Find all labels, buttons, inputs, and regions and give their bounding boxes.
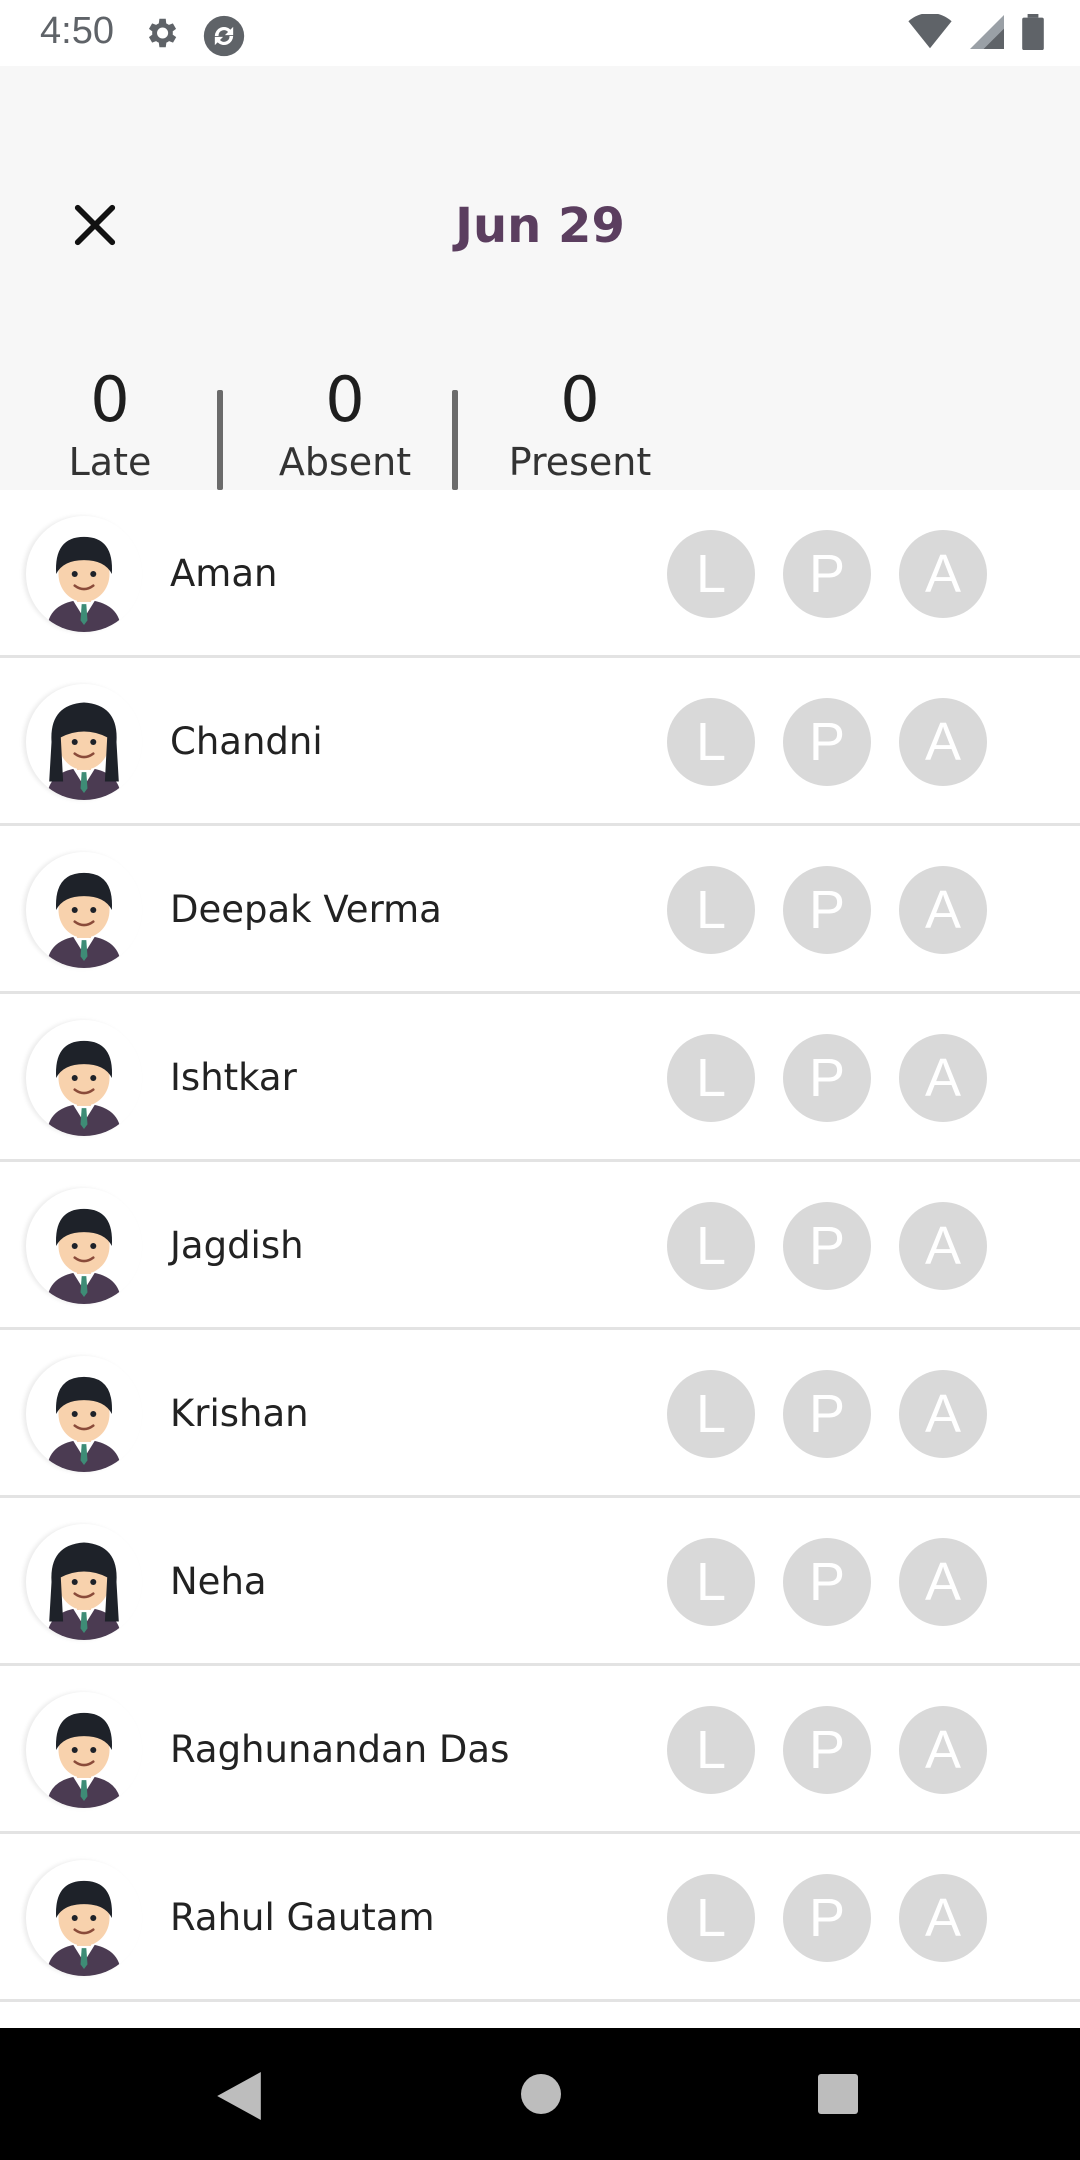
- student-name: Raghunandan Das: [170, 1728, 510, 1771]
- present-button[interactable]: P: [783, 530, 871, 618]
- status-bar: 4:50: [0, 0, 1080, 66]
- student-avatar: [26, 516, 142, 632]
- signal-icon: [970, 14, 1004, 54]
- stat-present: 0 Present: [480, 363, 680, 485]
- present-button[interactable]: P: [783, 1874, 871, 1962]
- absent-button[interactable]: A: [899, 1706, 987, 1794]
- recents-icon[interactable]: [818, 2074, 858, 2114]
- student-avatar: [26, 1020, 142, 1136]
- student-avatar: [26, 852, 142, 968]
- student-row: Chandni L P A: [0, 658, 1080, 826]
- student-list: Aman L P A Chandni L P A Deepak Verma L P A Ishtkar L…: [0, 490, 1080, 2002]
- late-button[interactable]: L: [667, 1706, 755, 1794]
- stat-present-label: Present: [508, 440, 652, 484]
- student-row: Neha L P A: [0, 1498, 1080, 1666]
- student-name: Jagdish: [170, 1224, 304, 1267]
- late-button[interactable]: L: [667, 1202, 755, 1290]
- student-name: Rahul Gautam: [170, 1896, 435, 1939]
- student-name: Neha: [170, 1560, 267, 1603]
- present-button[interactable]: P: [783, 866, 871, 954]
- absent-button[interactable]: A: [899, 698, 987, 786]
- absent-button[interactable]: A: [899, 1370, 987, 1458]
- absent-button[interactable]: A: [899, 1538, 987, 1626]
- student-avatar: [26, 1692, 142, 1808]
- stat-divider: [452, 390, 458, 490]
- student-row: Rahul Gautam L P A: [0, 1834, 1080, 2002]
- stat-divider: [217, 390, 223, 490]
- present-button[interactable]: P: [783, 1706, 871, 1794]
- student-row: Krishan L P A: [0, 1330, 1080, 1498]
- late-button[interactable]: L: [667, 698, 755, 786]
- present-button[interactable]: P: [783, 1538, 871, 1626]
- present-button[interactable]: P: [783, 698, 871, 786]
- present-button[interactable]: P: [783, 1370, 871, 1458]
- late-button[interactable]: L: [667, 866, 755, 954]
- student-avatar: [26, 1524, 142, 1640]
- date-title: Jun 29: [455, 198, 625, 254]
- student-row: Jagdish L P A: [0, 1162, 1080, 1330]
- student-name: Krishan: [170, 1392, 309, 1435]
- late-button[interactable]: L: [667, 1538, 755, 1626]
- stat-late-label: Late: [68, 440, 152, 484]
- stat-late: 0 Late: [10, 363, 210, 485]
- student-row: Ishtkar L P A: [0, 994, 1080, 1162]
- student-avatar: [26, 1356, 142, 1472]
- absent-button[interactable]: A: [899, 1874, 987, 1962]
- absent-button[interactable]: A: [899, 530, 987, 618]
- home-icon[interactable]: [521, 2074, 561, 2114]
- stat-late-count: 0: [90, 363, 130, 436]
- back-icon[interactable]: [216, 2072, 262, 2124]
- battery-icon: [1022, 14, 1044, 54]
- attendance-header: Jun 29 0 Late 0 Absent 0 Present: [0, 66, 1080, 490]
- student-avatar: [26, 1188, 142, 1304]
- stat-present-count: 0: [560, 363, 600, 436]
- late-button[interactable]: L: [667, 1874, 755, 1962]
- late-button[interactable]: L: [667, 1034, 755, 1122]
- student-row: Deepak Verma L P A: [0, 826, 1080, 994]
- student-name: Ishtkar: [170, 1056, 297, 1099]
- late-button[interactable]: L: [667, 1370, 755, 1458]
- student-avatar: [26, 1860, 142, 1976]
- student-name: Aman: [170, 552, 278, 595]
- status-time: 4:50: [40, 10, 114, 52]
- absent-button[interactable]: A: [899, 866, 987, 954]
- wifi-icon: [908, 12, 952, 54]
- stat-absent: 0 Absent: [245, 363, 445, 485]
- stat-absent-count: 0: [325, 363, 365, 436]
- absent-button[interactable]: A: [899, 1034, 987, 1122]
- student-name: Deepak Verma: [170, 888, 442, 931]
- student-name: Chandni: [170, 720, 323, 763]
- student-row: Raghunandan Das L P A: [0, 1666, 1080, 1834]
- stat-absent-label: Absent: [278, 440, 412, 484]
- student-avatar: [26, 684, 142, 800]
- gear-icon: [142, 14, 180, 56]
- navigation-bar: [0, 2028, 1080, 2160]
- present-button[interactable]: P: [783, 1202, 871, 1290]
- absent-button[interactable]: A: [899, 1202, 987, 1290]
- present-button[interactable]: P: [783, 1034, 871, 1122]
- sync-icon: [202, 14, 246, 62]
- late-button[interactable]: L: [667, 530, 755, 618]
- student-row: Aman L P A: [0, 490, 1080, 658]
